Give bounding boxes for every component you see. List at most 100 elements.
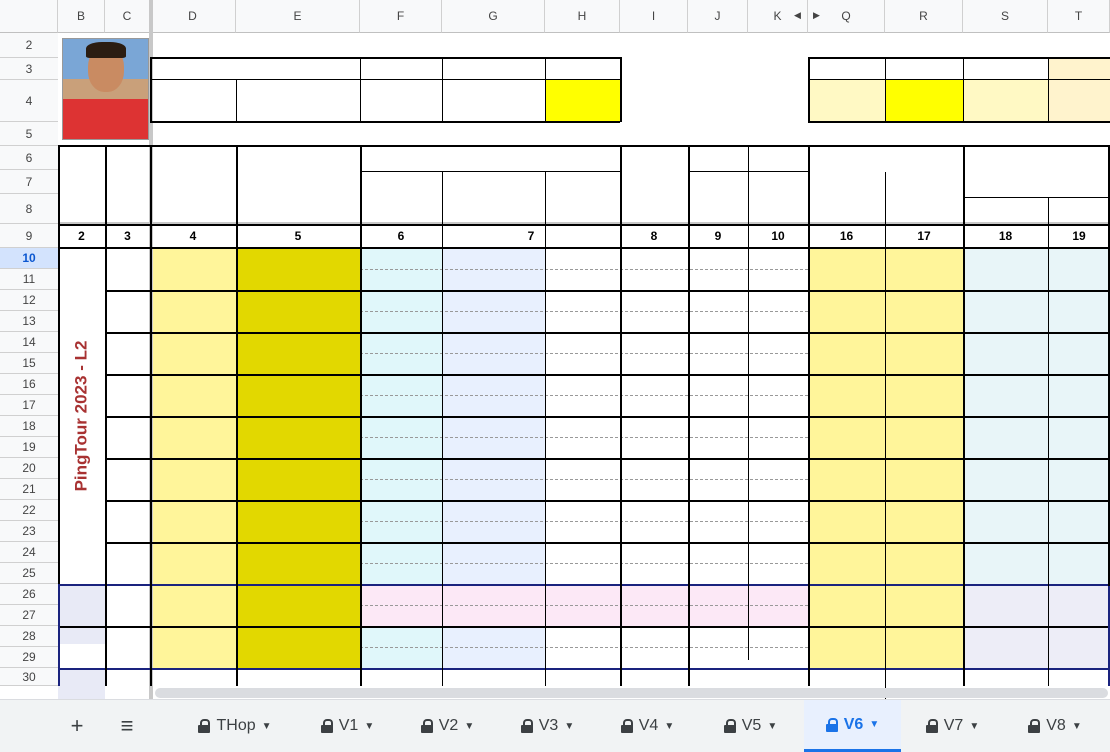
opp-surname (442, 395, 545, 416)
column-number-8: 8 (650, 229, 658, 244)
sheet-tab-label: THop (216, 717, 256, 734)
summary-vline-0 (808, 57, 810, 122)
expand-right-arrow-icon[interactable]: ▶ (813, 10, 820, 21)
opp-name (545, 416, 620, 437)
sheet-tab-label: V3 (538, 717, 559, 734)
sheet-tab-v8[interactable]: V8 ▼ (1005, 700, 1105, 752)
horizontal-scrollbar[interactable] (155, 688, 1108, 698)
sheet-tab-v4[interactable]: V4 ▼ (600, 700, 695, 752)
round-mid-1 (360, 311, 808, 312)
row-header-19[interactable]: 19 (0, 437, 58, 458)
versus-header (360, 146, 620, 172)
row-header-25[interactable]: 25 (0, 563, 58, 584)
add-sheet-button[interactable]: + (58, 700, 96, 752)
chevron-down-icon[interactable]: ▼ (464, 721, 474, 732)
column-header-g[interactable]: G (442, 0, 545, 33)
column-header-b[interactable]: B (58, 0, 105, 33)
row-header-20[interactable]: 20 (0, 458, 58, 479)
row-header-16[interactable]: 16 (0, 374, 58, 395)
column-header-i[interactable]: I (620, 0, 688, 33)
collapse-left-arrow-icon[interactable]: ◀ (794, 10, 801, 21)
sheet-tab-v1[interactable]: V1 ▼ (300, 700, 395, 752)
row-header-12[interactable]: 12 (0, 290, 58, 311)
row-header-17[interactable]: 17 (0, 395, 58, 416)
column-number-10: 10 (771, 229, 785, 244)
column-header-h[interactable]: H (545, 0, 620, 33)
round-bottom-5 (105, 500, 1110, 502)
column-header-s[interactable]: S (963, 0, 1048, 33)
row-header-15[interactable]: 15 (0, 353, 58, 374)
chevron-down-icon[interactable]: ▼ (564, 721, 574, 732)
row-header-27[interactable]: 27 (0, 605, 58, 626)
summary-vline-2 (963, 57, 964, 122)
round-bottom-6 (105, 542, 1110, 544)
column-header-f[interactable]: F (360, 0, 442, 33)
chevron-down-icon[interactable]: ▼ (664, 721, 674, 732)
sheet-tab-v3[interactable]: V3 ▼ (500, 700, 595, 752)
player-hline-1 (150, 121, 620, 123)
row-header-24[interactable]: 24 (0, 542, 58, 563)
sheet-tab-thop[interactable]: THop ▼ (180, 700, 290, 752)
row-header-7[interactable]: 7 (0, 170, 58, 194)
player-vline-3 (442, 57, 443, 122)
row-header-21[interactable]: 21 (0, 479, 58, 500)
column-header-r[interactable]: R (885, 0, 963, 33)
row-header-28[interactable]: 28 (0, 626, 58, 647)
compare-index-10 (236, 626, 360, 644)
row-header-4[interactable]: 4 (0, 80, 58, 122)
row-header-3[interactable]: 3 (0, 58, 58, 80)
compare-index-6 (236, 458, 360, 500)
sheet-tab-v5[interactable]: V5 ▼ (703, 700, 798, 752)
column-number-3: 3 (124, 229, 131, 244)
chevron-down-icon[interactable]: ▼ (969, 721, 979, 732)
row-header-5[interactable]: 5 (0, 122, 58, 146)
row-header-14[interactable]: 14 (0, 332, 58, 353)
match-score (808, 416, 885, 437)
row-header-26[interactable]: 26 (0, 584, 58, 605)
row-header-6[interactable]: 6 (0, 146, 58, 170)
column-header-d[interactable]: D (150, 0, 236, 33)
opp-index (360, 395, 442, 416)
chevron-down-icon[interactable]: ▼ (364, 721, 374, 732)
team-name-header (963, 198, 1048, 224)
table-thin-vline-0 (442, 172, 443, 686)
sheet-tab-v6[interactable]: V6 ▼ (804, 700, 901, 752)
row-header-18[interactable]: 18 (0, 416, 58, 437)
row-header-10[interactable]: 10 (0, 248, 58, 269)
row-header-8[interactable]: 8 (0, 194, 58, 224)
summary-hline-2 (808, 79, 1110, 80)
chevron-down-icon[interactable]: ▼ (262, 721, 272, 732)
column-header-j[interactable]: J (688, 0, 748, 33)
row-header-30[interactable]: 30 (0, 668, 58, 686)
opp-surname (442, 437, 545, 458)
row-header-2[interactable]: 2 (0, 33, 58, 58)
table-vline-3 (360, 145, 362, 686)
all-sheets-button[interactable]: ≡ (108, 700, 146, 752)
row-header-11[interactable]: 11 (0, 269, 58, 290)
table-vline-1 (150, 145, 152, 686)
column-header-t[interactable]: T (1048, 0, 1110, 33)
table-header-bottom (58, 224, 1110, 226)
column-number-19: 19 (1072, 229, 1086, 244)
opp-index-header (360, 172, 442, 224)
table-thin-vline-3 (885, 172, 886, 712)
column-header-e[interactable]: E (236, 0, 360, 33)
round-number-6 (105, 458, 150, 500)
chevron-down-icon[interactable]: ▼ (869, 719, 879, 730)
chevron-down-icon[interactable]: ▼ (1072, 721, 1082, 732)
opp-surname (442, 416, 545, 437)
row-header-29[interactable]: 29 (0, 647, 58, 668)
round-bottom-0 (105, 290, 1110, 292)
row-header-13[interactable]: 13 (0, 311, 58, 332)
round-mid-9 (360, 647, 808, 648)
row-header-23[interactable]: 23 (0, 521, 58, 542)
chevron-down-icon[interactable]: ▼ (767, 721, 777, 732)
column-header-c[interactable]: C (105, 0, 150, 33)
match-score (808, 395, 885, 416)
sheet-tab-v7[interactable]: V7 ▼ (905, 700, 1000, 752)
spreadsheet-grid[interactable]: B C D E F G H I J K Q R S T ◀ ▶ 2 3 4 5 6 7 8 9 10 11 12 13 14 15 16 17… (0, 0, 1110, 712)
row-header-22[interactable]: 22 (0, 500, 58, 521)
sheet-tab-v2[interactable]: V2 ▼ (400, 700, 495, 752)
sheet-tab-label: V8 (1046, 717, 1066, 734)
row-header-9[interactable]: 9 (0, 224, 58, 248)
